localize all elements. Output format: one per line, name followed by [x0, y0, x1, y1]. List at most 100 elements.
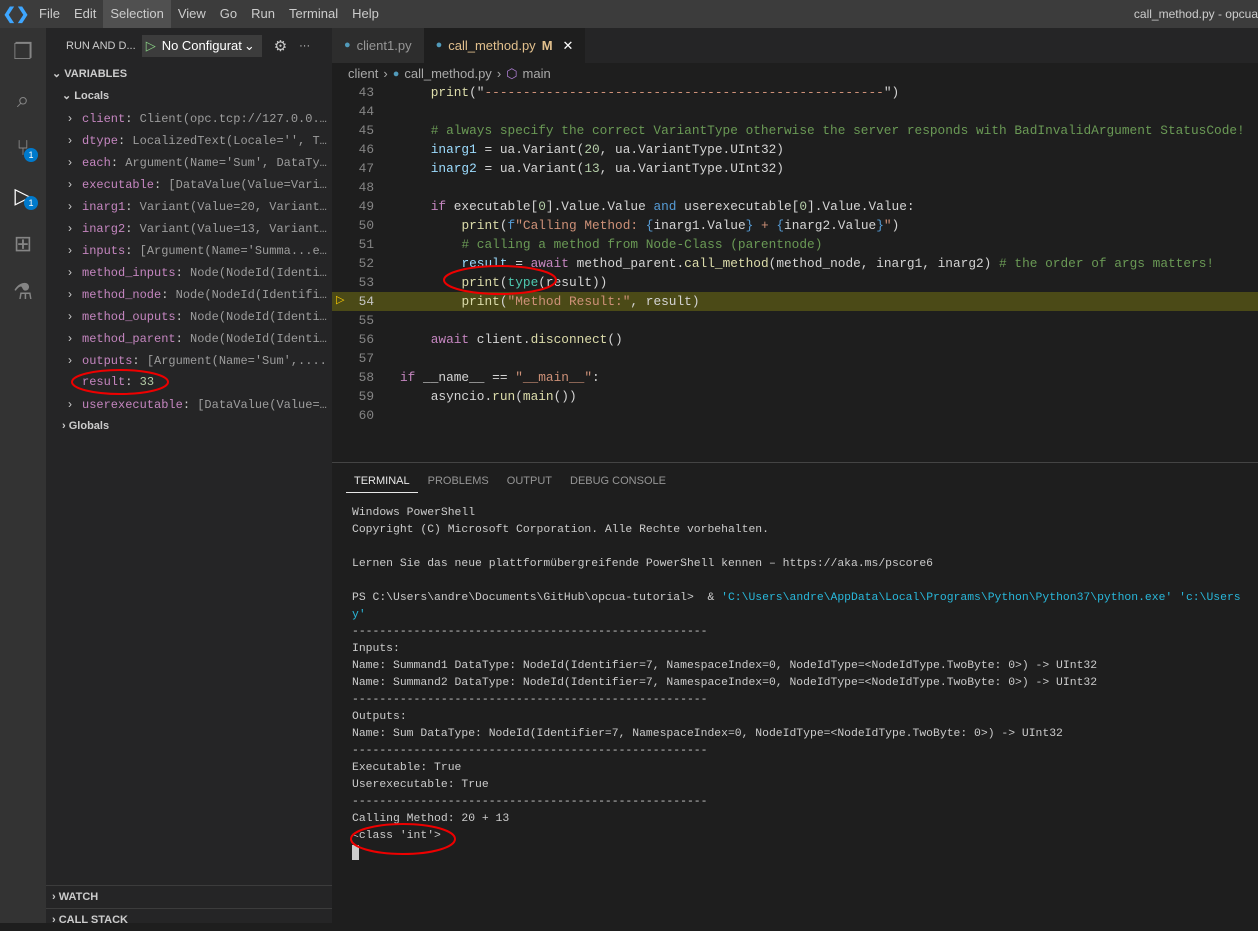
- terminal-text: Userexecutable: True: [352, 779, 489, 791]
- variable-name: client: [82, 112, 126, 126]
- variable-row[interactable]: › outputs: [Argument(Name='Sum',....: [46, 349, 328, 371]
- variable-name: method_parent: [82, 332, 176, 346]
- start-debug-icon[interactable]: ▷: [146, 38, 156, 54]
- code-token: if: [400, 370, 416, 385]
- activity-bar: ❐ ⌕ ⑂ 1 ▷ 1 ⊞ ⚗: [0, 28, 46, 923]
- line-number: 48: [358, 180, 374, 195]
- terminal-text: PS C:\Users\andre\Documents\GitHub\opcua…: [352, 592, 722, 604]
- variables-section[interactable]: ⌄ VARIABLES: [46, 63, 332, 85]
- variable-row[interactable]: result: 33: [46, 371, 328, 393]
- tab-problems[interactable]: PROBLEMS: [420, 463, 497, 499]
- menu-edit[interactable]: Edit: [67, 0, 103, 28]
- line-number: 56: [358, 332, 374, 347]
- variable-row[interactable]: › inarg1: Variant(Value=20, Variant…: [46, 195, 328, 217]
- colon: :: [125, 244, 140, 258]
- close-icon[interactable]: ✕: [563, 28, 574, 63]
- code-line: 59 asyncio.run(main()): [332, 387, 1258, 406]
- globals-scope[interactable]: › Globals: [46, 415, 332, 437]
- line-text: print(f"Calling Method: {inarg1.Value} +…: [400, 216, 1258, 235]
- variable-row[interactable]: › method_ouputs: Node(NodeId(Identi…: [46, 305, 328, 327]
- locals-scope[interactable]: ⌄ Locals: [46, 85, 332, 107]
- code-token: ].Value.Value:: [807, 199, 915, 214]
- variable-row[interactable]: › userexecutable: [DataValue(Value=…: [46, 393, 328, 415]
- menu-file[interactable]: File: [32, 0, 67, 28]
- breadcrumb-file[interactable]: call_method.py: [404, 63, 491, 85]
- code-token: userexecutable[: [676, 199, 800, 214]
- chevron-right-icon: ›: [68, 199, 72, 213]
- debug-badge: 1: [24, 196, 38, 210]
- line-text: result = await method_parent.call_method…: [400, 254, 1258, 273]
- tab-terminal[interactable]: TERMINAL: [346, 463, 418, 493]
- testing-icon[interactable]: ⚗: [0, 268, 46, 316]
- code-token: # the order of args matters!: [999, 256, 1215, 271]
- code-token: (result)): [538, 275, 608, 290]
- chevron-right-icon: ›: [68, 309, 72, 323]
- variable-row[interactable]: › method_parent: Node(NodeId(Identi…: [46, 327, 328, 349]
- menu-selection[interactable]: Selection: [103, 0, 171, 28]
- terminal-line: Inputs:: [352, 641, 1258, 658]
- extensions-icon[interactable]: ⊞: [0, 220, 46, 268]
- line-number: 55: [358, 313, 374, 328]
- variable-name: result: [82, 375, 126, 389]
- code-token: (method_node, inarg1, inarg2): [768, 256, 1000, 271]
- variable-row[interactable]: › executable: [DataValue(Value=Vari…: [46, 173, 328, 195]
- tab-client1[interactable]: ● client1.py: [332, 28, 424, 63]
- terminal-text: Name: Summand2 DataType: NodeId(Identifi…: [352, 677, 1098, 689]
- line-number: 54: [358, 294, 374, 309]
- line-text: asyncio.run(main()): [400, 387, 1258, 406]
- terminal-line: Userexecutable: True: [352, 777, 1258, 794]
- breadcrumb-folder[interactable]: client: [348, 63, 378, 85]
- terminal-cursor-line: [352, 845, 1258, 863]
- code-area[interactable]: 43 print("------------------------------…: [332, 83, 1258, 425]
- variable-name: dtype: [82, 134, 119, 148]
- menu-run[interactable]: Run: [244, 0, 282, 28]
- config-label: No Configurat: [161, 38, 242, 53]
- terminal-text: Executable: True: [352, 762, 462, 774]
- variable-row[interactable]: › inputs: [Argument(Name='Summa...e…: [46, 239, 328, 261]
- python-file-icon: ●: [392, 68, 400, 80]
- menu-view[interactable]: View: [171, 0, 213, 28]
- terminal-line: <class 'int'>: [352, 828, 1258, 845]
- launch-config-select[interactable]: ▷ No Configurat ⌄: [141, 34, 262, 57]
- code-line: 50 print(f"Calling Method: {inarg1.Value…: [332, 216, 1258, 235]
- run-debug-icon[interactable]: ▷ 1: [0, 172, 46, 220]
- callstack-section[interactable]: › CALL STACK: [46, 908, 332, 930]
- search-icon[interactable]: ⌕: [0, 76, 46, 124]
- source-control-icon[interactable]: ⑂ 1: [0, 124, 46, 172]
- code-token: "__main__": [515, 370, 592, 385]
- gear-icon[interactable]: ⚙: [274, 37, 287, 55]
- code-token: inarg2: [430, 161, 477, 176]
- variable-row[interactable]: › inarg2: Variant(Value=13, Variant…: [46, 217, 328, 239]
- variable-name: outputs: [82, 354, 133, 368]
- code-line: 45 # always specify the correct VariantT…: [332, 121, 1258, 140]
- menu-help[interactable]: Help: [345, 0, 386, 28]
- more-icon[interactable]: ···: [299, 40, 310, 52]
- breadcrumb-symbol[interactable]: main: [523, 63, 551, 85]
- code-token: "): [883, 85, 900, 100]
- locals-label: Locals: [74, 90, 110, 102]
- watch-section[interactable]: › WATCH: [46, 886, 332, 908]
- terminal-line: Name: Summand1 DataType: NodeId(Identifi…: [352, 658, 1258, 675]
- code-token: __name__ ==: [415, 370, 516, 385]
- tab-debug-console[interactable]: DEBUG CONSOLE: [562, 463, 674, 499]
- menu-terminal[interactable]: Terminal: [282, 0, 345, 28]
- code-token: print: [430, 85, 470, 100]
- terminal-output[interactable]: Windows PowerShell Copyright (C) Microsof…: [352, 505, 1258, 863]
- chevron-right-icon: ›: [68, 221, 72, 235]
- tab-output[interactable]: OUTPUT: [499, 463, 560, 499]
- variable-row[interactable]: › dtype: LocalizedText(Locale='', T…: [46, 129, 328, 151]
- variable-row[interactable]: › each: Argument(Name='Sum', DataTy…: [46, 151, 328, 173]
- variable-row[interactable]: › method_node: Node(NodeId(Identifi…: [46, 283, 328, 305]
- menu-go[interactable]: Go: [213, 0, 244, 28]
- window-title: call_method.py - opcua: [1133, 7, 1258, 21]
- tab-call-method[interactable]: ● call_method.py M ✕: [423, 28, 586, 63]
- variable-row[interactable]: › client: Client(opc.tcp://127.0.0.…: [46, 107, 328, 129]
- explorer-icon[interactable]: ❐: [0, 28, 46, 76]
- variable-row[interactable]: › method_inputs: Node(NodeId(Identi…: [46, 261, 328, 283]
- code-token: = ua.Variant(: [476, 142, 585, 157]
- code-line: 56 await client.disconnect(): [332, 330, 1258, 349]
- colon: :: [161, 288, 176, 302]
